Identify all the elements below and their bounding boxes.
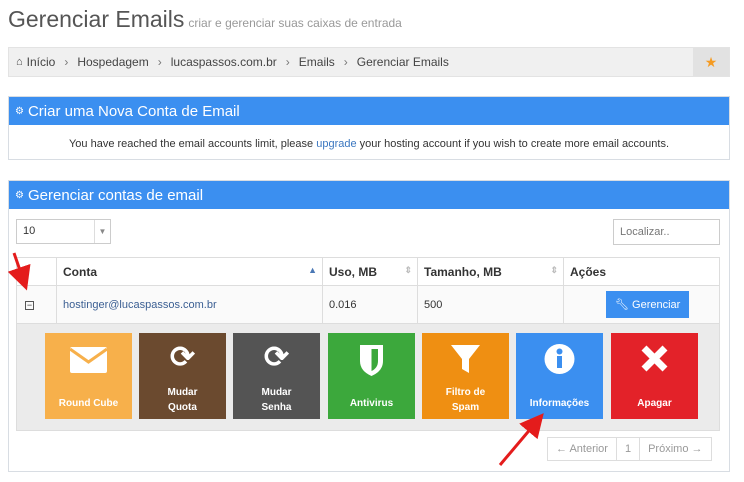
- accounts-table: Conta ▲ Uso, MB ⇕ Tamanho, MB ⇕ Ações − hos…: [16, 257, 720, 324]
- breadcrumb: ⌂ Início › Hospedagem › lucaspassos.com.br…: [8, 47, 730, 77]
- antivirus-tile[interactable]: Antivirus: [328, 333, 415, 419]
- refresh-icon: ⟳: [263, 341, 290, 374]
- account-usage: 0.016: [322, 285, 418, 324]
- prev-page-button[interactable]: ← Anterior: [548, 438, 617, 460]
- info-icon: [544, 344, 575, 374]
- table-row: − hostinger@lucaspassos.com.br 0.016 500…: [16, 285, 720, 324]
- collapse-cell[interactable]: −: [16, 285, 57, 324]
- envelope-icon: [69, 347, 108, 373]
- gears-icon: ⚙: [15, 105, 24, 117]
- breadcrumb-home[interactable]: Início: [27, 55, 56, 69]
- delete-tile[interactable]: Apagar: [611, 333, 698, 419]
- column-header-usage[interactable]: Uso, MB ⇕: [322, 257, 418, 286]
- page-number[interactable]: 1: [617, 438, 641, 460]
- page-size-select[interactable]: 10 ▼: [16, 219, 111, 244]
- actions-cell: 🔧︎ Gerenciar: [563, 285, 720, 324]
- refresh-icon: ⟳: [169, 341, 196, 374]
- expand-column-header: [16, 257, 57, 286]
- change-quota-tile[interactable]: ⟳ Mudar Quota: [139, 333, 226, 419]
- column-header-account[interactable]: Conta ▲: [56, 257, 323, 286]
- spam-filter-tile[interactable]: Filtro de Spam: [422, 333, 509, 419]
- account-size: 500: [417, 285, 564, 324]
- gears-icon: ⚙: [15, 189, 24, 201]
- page-title: Gerenciar Emails criar e gerenciar suas c…: [8, 6, 402, 32]
- change-password-tile[interactable]: ⟳ Mudar Senha: [233, 333, 320, 419]
- roundcube-tile[interactable]: Round Cube: [45, 333, 132, 419]
- breadcrumb-current: Gerenciar Emails: [356, 55, 449, 69]
- column-header-actions: Ações: [563, 257, 720, 286]
- search-input[interactable]: Localizar..: [613, 219, 720, 245]
- create-account-panel: ⚙ Criar uma Nova Conta de Email You have …: [8, 96, 730, 160]
- sort-icon: ⇕: [404, 264, 412, 275]
- account-email[interactable]: hostinger@lucaspassos.com.br: [56, 285, 323, 324]
- sort-icon: ⇕: [550, 264, 558, 275]
- wrench-icon: 🔧︎: [615, 299, 629, 311]
- pagination: ← Anterior 1 Próximo →: [547, 437, 712, 461]
- filter-icon: [451, 345, 480, 373]
- sort-asc-icon: ▲: [308, 264, 317, 275]
- column-header-size[interactable]: Tamanho, MB ⇕: [417, 257, 564, 286]
- account-actions-panel: Round Cube ⟳ Mudar Quota ⟳ Mudar Senha A…: [16, 323, 720, 431]
- manage-button[interactable]: 🔧︎ Gerenciar: [606, 291, 690, 318]
- breadcrumb-hosting[interactable]: Hospedagem: [77, 55, 148, 69]
- collapse-icon[interactable]: −: [25, 300, 34, 310]
- close-icon: [641, 345, 668, 372]
- breadcrumb-domain[interactable]: lucaspassos.com.br: [171, 55, 277, 69]
- manage-panel-header: ⚙ Gerenciar contas de email: [9, 181, 729, 209]
- upgrade-link[interactable]: upgrade: [316, 138, 356, 150]
- favorite-star-icon[interactable]: ★: [693, 48, 729, 76]
- page-subtitle: criar e gerenciar suas caixas de entrada: [188, 16, 402, 30]
- create-panel-header: ⚙ Criar uma Nova Conta de Email: [9, 97, 729, 125]
- next-page-button[interactable]: Próximo →: [640, 438, 710, 460]
- limit-message: You have reached the email accounts limi…: [68, 138, 670, 150]
- chevron-down-icon: ▼: [94, 220, 110, 243]
- breadcrumb-emails[interactable]: Emails: [299, 55, 335, 69]
- shield-icon: [360, 345, 383, 376]
- home-icon: ⌂: [16, 56, 23, 68]
- info-tile[interactable]: Informações: [516, 333, 603, 419]
